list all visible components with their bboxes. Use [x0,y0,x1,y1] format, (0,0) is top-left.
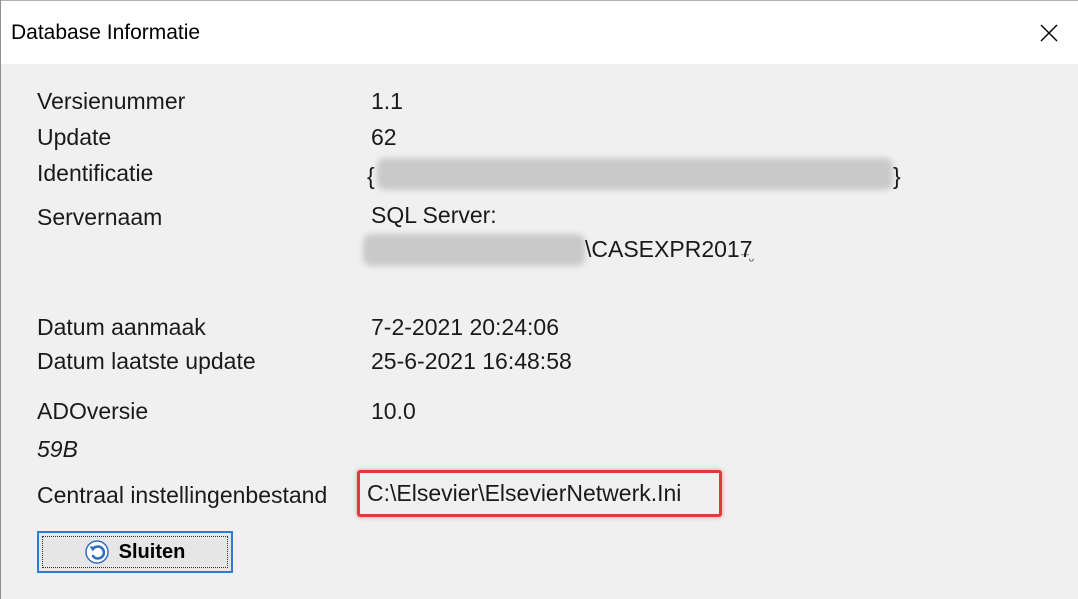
server-line1: SQL Server: [371,202,497,228]
central-settings-label: Centraal instellingenbestand [37,482,328,508]
ado-sub-label: 59B [37,436,78,462]
identification-redacted [377,158,893,190]
sluiten-button[interactable]: Sluiten [37,531,233,573]
last-update-label: Datum laatste update [37,348,256,374]
ado-label: ADOversie [37,398,149,424]
update-label: Update [37,124,112,150]
last-update-value: 25-6-2021 16:48:58 [371,348,572,374]
central-settings-value: C:\Elsevier\ElsevierNetwerk.Ini [367,480,682,506]
dialog-window: Database Informatie Versienummer 1.1 Upd… [0,0,1078,599]
created-value: 7-2-2021 20:24:06 [371,314,559,340]
window-title: Database Informatie [11,21,201,44]
title-bar: Database Informatie [1,0,1078,64]
server-label: Servernaam [37,204,163,230]
server-host-redacted [363,234,585,266]
version-value: 1.1 [371,88,403,114]
identification-close-brace: } [893,163,901,189]
identification-open-brace: { [367,163,375,189]
ado-value: 10.0 [371,398,416,424]
version-label: Versienummer [37,88,186,114]
created-label: Datum aanmaak [37,314,206,340]
sluiten-button-label: Sluiten [118,540,186,563]
close-window-button[interactable] [1019,2,1078,64]
identification-label: Identificatie [37,160,154,186]
update-value: 62 [371,124,397,150]
close-icon [1040,24,1058,42]
dialog-content: Versienummer 1.1 Update 62 Identificatie… [1,64,1078,599]
server-instance: \CASEXPR2017 [585,236,753,262]
undo-arrow-icon [84,540,109,564]
